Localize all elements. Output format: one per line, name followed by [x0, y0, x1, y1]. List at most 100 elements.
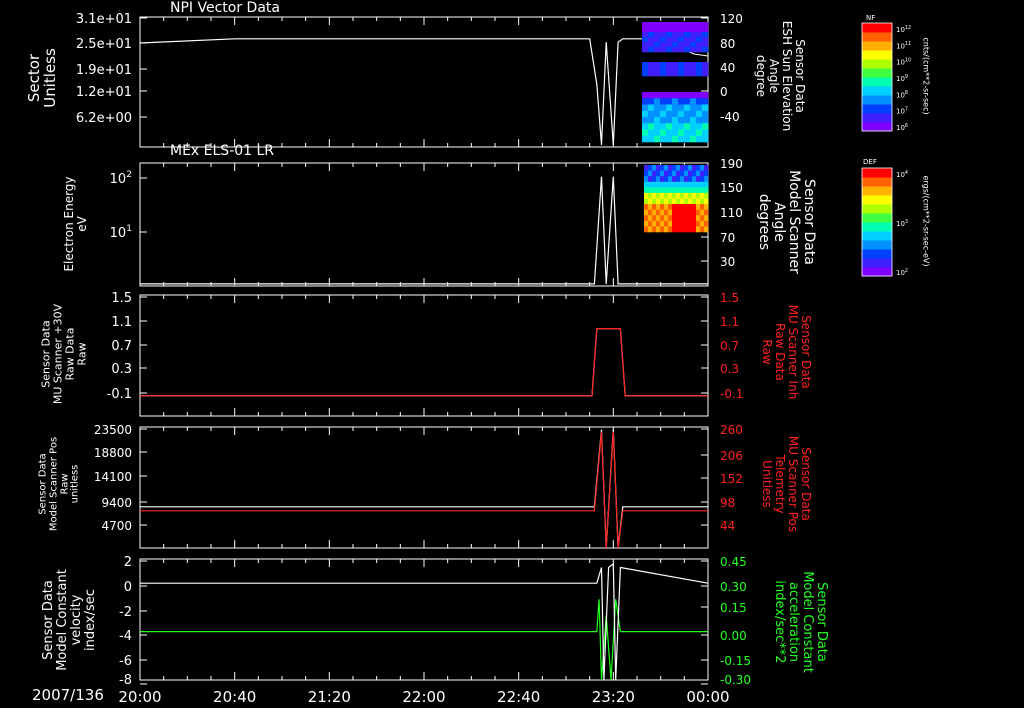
x-tick-label: 20:00 [118, 688, 161, 706]
colorbar-def-tick-label: 102 [896, 268, 908, 277]
npi-spectrogram-bottom [678, 123, 685, 130]
colorbar-def-segment [862, 168, 892, 178]
npi-spectrogram-bottom [642, 110, 649, 118]
panel-5-left-tick-label: -2 [119, 605, 132, 620]
colorbar-def-segment [862, 267, 892, 277]
npi-spectrogram-top [648, 47, 655, 53]
panel-2-right-tick-label: 30 [720, 255, 735, 269]
panel-3-left-tick-label: 1.1 [111, 315, 132, 330]
npi-spectrogram-bottom [702, 104, 709, 111]
npi-spectrogram-top [672, 47, 679, 53]
panel-3-left-tick-label: 0.7 [111, 339, 132, 354]
npi-spectrogram-bottom [702, 135, 709, 143]
npi-spectrogram-bottom [660, 98, 667, 105]
panel-3-right-tick-label: 1.5 [720, 291, 739, 305]
npi-spectrogram-top [678, 42, 685, 48]
els-spectrogram [652, 181, 657, 188]
els-spectrogram [696, 226, 701, 233]
npi-spectrogram-bottom [666, 110, 673, 118]
els-spectrogram [672, 181, 677, 188]
els-spectrogram [644, 220, 649, 227]
npi-spectrogram-bottom [702, 117, 709, 124]
els-spectrogram [688, 165, 693, 171]
panel-2-right-tick-label: 110 [720, 206, 743, 220]
acceleration-trace [140, 599, 708, 681]
panel-2-right-label: Sensor Data Model Scanner Angle degrees [755, 170, 818, 274]
els-spectrogram [676, 209, 681, 216]
npi-spectrogram-top [684, 22, 691, 28]
els-spectrogram [684, 209, 689, 216]
npi-spectrogram-top [654, 22, 661, 28]
els-spectrogram [656, 198, 661, 205]
colorbar-nf-tick-label: 1010 [896, 58, 911, 67]
els-spectrogram [700, 209, 705, 216]
panel-1-right-tick-label: 40 [720, 61, 735, 75]
colorbar-nf-tick-label: 106 [896, 123, 908, 132]
npi-spectrogram-bottom [684, 123, 691, 130]
els-spectrogram [696, 165, 701, 171]
npi-spectrogram-top [642, 22, 649, 28]
els-spectrogram [692, 204, 697, 210]
els-spectrogram [672, 170, 677, 177]
els-spectrogram [680, 226, 685, 233]
sector-trace [139, 38, 708, 145]
npi-spectrogram-top [696, 22, 703, 28]
colorbar-nf-segment [862, 68, 892, 78]
colorbar-nf-segment [862, 41, 892, 51]
npi-spectrogram-mid [654, 62, 661, 70]
els-spectrogram [704, 181, 709, 188]
npi-spectrogram-bottom [672, 98, 679, 105]
npi-spectrogram-top [660, 22, 667, 28]
npi-spectrogram-top [654, 32, 661, 38]
panel-3-right-tick-label: 0.3 [720, 362, 739, 376]
npi-spectrogram-top [702, 27, 709, 33]
els-spectrogram [676, 170, 681, 177]
panel-2-right-tick-label: 190 [720, 157, 743, 171]
npi-spectrogram-bottom [672, 117, 679, 124]
els-spectrogram [660, 187, 665, 194]
colorbar-1-unit: cnts/(cm**2-sr-sec) [921, 37, 931, 115]
els-spectrogram [700, 226, 705, 233]
els-spectrogram [664, 209, 669, 216]
npi-spectrogram-bottom [642, 117, 649, 124]
els-spectrogram [676, 192, 681, 199]
panel-5-left-tick-label: -8 [119, 673, 132, 688]
npi-spectrogram-bottom [684, 92, 691, 99]
panel-1-left-tick-label: 1.2e+01 [76, 85, 132, 100]
npi-spectrogram-bottom [672, 110, 679, 118]
npi-spectrogram-bottom [696, 92, 703, 99]
els-spectrogram [704, 165, 709, 171]
els-spectrogram [704, 215, 709, 222]
npi-spectrogram-top [672, 37, 679, 43]
els-spectrogram [680, 176, 685, 183]
els-spectrogram [664, 204, 669, 210]
els-spectrogram [700, 215, 705, 222]
els-spectrogram [652, 215, 657, 222]
els-spectrogram [680, 220, 685, 227]
npi-spectrogram-top [690, 22, 697, 28]
els-spectrogram [692, 170, 697, 177]
colorbar-2-title: DEF [863, 158, 877, 166]
npi-spectrogram-top [696, 42, 703, 48]
npi-spectrogram-mid [672, 62, 679, 70]
panel-1-right-tick-label: 120 [720, 12, 743, 26]
npi-spectrogram-bottom [696, 123, 703, 130]
traces-layer [139, 33, 709, 681]
npi-spectrogram-mid [666, 69, 673, 77]
els-spectrogram [664, 198, 669, 205]
npi-spectrogram-top [660, 47, 667, 53]
npi-spectrogram-mid [648, 69, 655, 77]
npi-spectrogram-bottom [678, 117, 685, 124]
npi-spectrogram-mid [702, 69, 709, 77]
panel-5-left-tick-label: -6 [119, 654, 132, 669]
panel-3-right-tick-label: 0.7 [720, 339, 739, 353]
els-spectrogram [672, 176, 677, 183]
x-tick-label: 22:00 [402, 688, 445, 706]
colorbar-nf-segment [862, 113, 892, 123]
npi-spectrogram-top [660, 32, 667, 38]
npi-spectrogram-bottom [672, 129, 679, 136]
els-spectrogram [656, 226, 661, 233]
npi-spectrogram-top [666, 27, 673, 33]
els-spectrogram [704, 204, 709, 210]
npi-spectrogram-bottom [702, 110, 709, 118]
